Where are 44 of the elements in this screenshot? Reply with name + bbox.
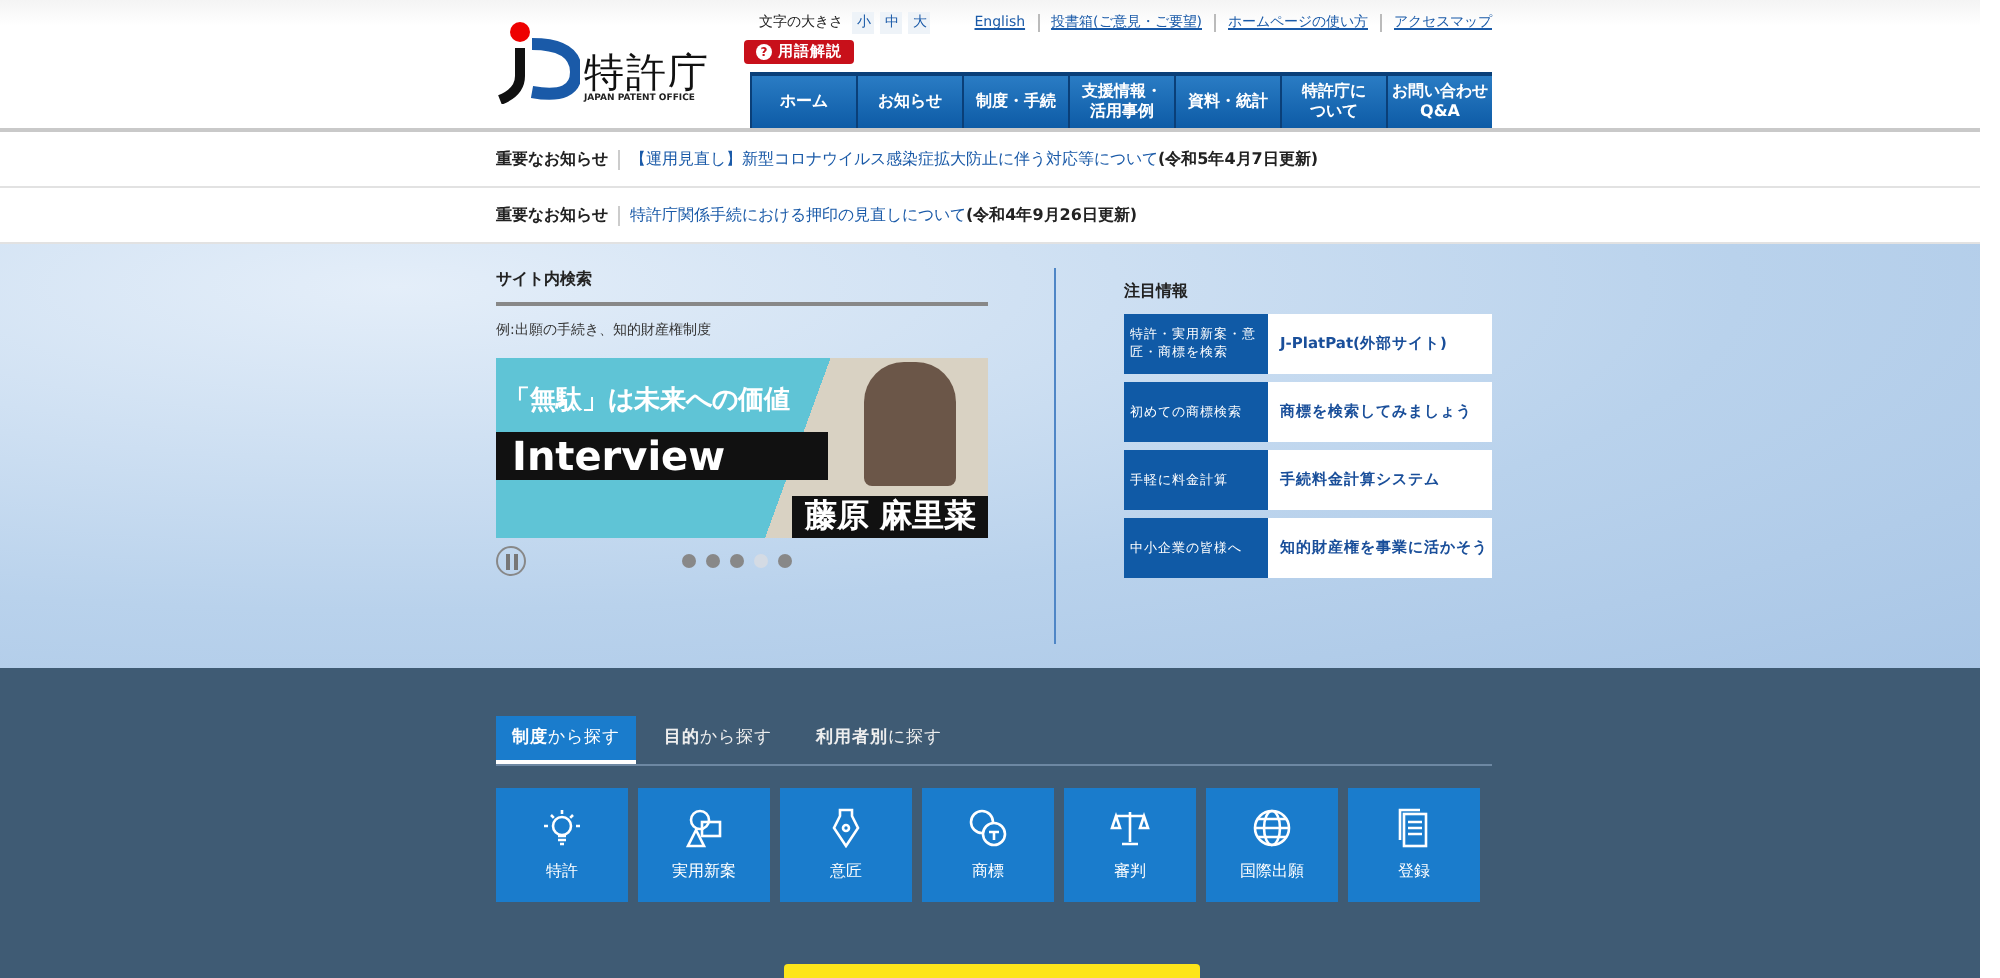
photo-placeholder xyxy=(864,362,956,486)
category-tile[interactable]: 実用新案 xyxy=(638,788,770,902)
category-tile[interactable]: 商標 xyxy=(922,788,1054,902)
notice-label: 重要なお知らせ xyxy=(496,204,608,226)
shapes-icon xyxy=(684,808,724,848)
category-tile[interactable]: 登録 xyxy=(1348,788,1480,902)
browse-tab[interactable]: 利用者別に探す xyxy=(800,716,958,764)
pause-button[interactable] xyxy=(496,546,526,576)
interview-banner[interactable]: 「無駄」は未来への価値 Interview 藤原 麻里菜 xyxy=(496,358,988,538)
nav-tab[interactable]: 制度・手続 xyxy=(962,72,1068,128)
notice-date: (令和4年9月26日更新) xyxy=(966,204,1138,226)
globe-icon xyxy=(1252,808,1292,848)
slider-dot[interactable] xyxy=(682,554,696,568)
nav-tab[interactable]: お知らせ xyxy=(856,72,962,128)
slider-dot[interactable] xyxy=(706,554,720,568)
notice-link[interactable]: 【運用見直し】新型コロナウイルス感染症拡大防止に伴う対応等について xyxy=(630,148,1158,170)
notice-label: 重要なお知らせ xyxy=(496,148,608,170)
browse-tab[interactable]: 目的から探す xyxy=(648,716,788,764)
trademark-icon xyxy=(968,808,1008,848)
pause-icon xyxy=(503,553,519,569)
search-title: サイト内検索 xyxy=(496,268,988,306)
banner-tag: Interview xyxy=(496,432,828,480)
slider-dot[interactable] xyxy=(778,554,792,568)
banner-headline: 「無駄」は未来への価値 xyxy=(504,384,790,418)
slider-dot[interactable] xyxy=(754,554,768,568)
scales-icon xyxy=(1110,808,1150,848)
nav-tab[interactable]: お問い合わせ Q&A xyxy=(1386,72,1492,128)
slider-dot[interactable] xyxy=(730,554,744,568)
category-tile[interactable]: 特許 xyxy=(496,788,628,902)
notice-date: (令和5年4月7日更新) xyxy=(1158,148,1319,170)
featured-title: 注目情報 xyxy=(1124,280,1190,302)
logo-text: 特許庁 xyxy=(584,50,710,94)
nav-tab[interactable]: 特許庁に ついて xyxy=(1280,72,1386,128)
logo-icon xyxy=(496,20,580,104)
notice-link[interactable]: 特許庁関係手続における押印の見直しについて xyxy=(630,204,966,226)
category-tile[interactable]: 意匠 xyxy=(780,788,912,902)
lightbulb-icon xyxy=(542,808,582,848)
nav-tab[interactable]: ホーム xyxy=(750,72,856,128)
category-tile[interactable]: 国際出願 xyxy=(1206,788,1338,902)
banner-name: 藤原 麻里菜 xyxy=(792,496,988,538)
nav-tab[interactable]: 支援情報・ 活用事例 xyxy=(1068,72,1174,128)
nav-tab[interactable]: 資料・統計 xyxy=(1174,72,1280,128)
browse-tab[interactable]: 制度から探す xyxy=(496,716,636,764)
category-tile[interactable]: 審判 xyxy=(1064,788,1196,902)
